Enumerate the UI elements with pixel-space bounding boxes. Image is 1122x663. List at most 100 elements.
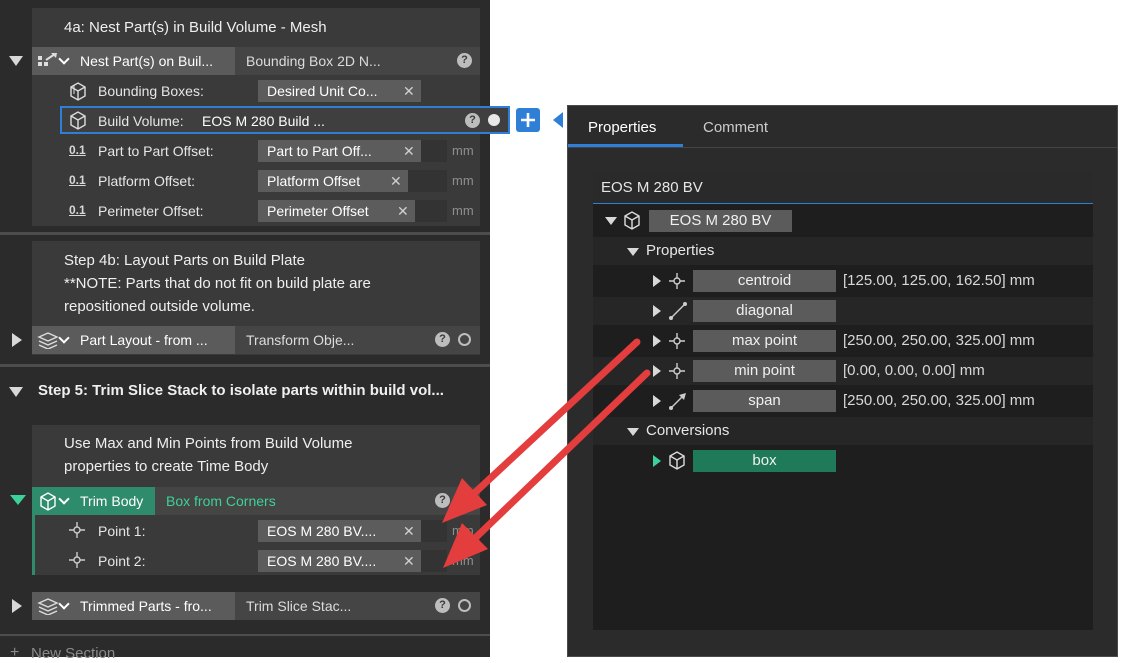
point-icon (69, 552, 85, 568)
unit-label: mm (452, 523, 474, 538)
trim-operation-type: Box from Corners (166, 493, 276, 509)
point-icon (69, 522, 85, 538)
expand-toggle[interactable] (653, 275, 661, 287)
trim-card-title-1: Use Max and Min Points from Build Volume (64, 435, 353, 452)
section-divider (0, 634, 490, 636)
param-value-part-offset[interactable]: Part to Part Off... (258, 140, 421, 162)
cube-stack-icon (70, 82, 86, 101)
number-icon: 0.1 (69, 173, 86, 187)
nest-operation-row[interactable]: Nest Part(s) on Buil... Bounding Box 2D … (32, 47, 480, 75)
param-value-bounding-boxes[interactable]: Desired Unit Co... (258, 80, 421, 102)
layout-card-title-1: Step 4b: Layout Parts on Build Plate (64, 252, 305, 269)
layers-icon (37, 598, 59, 615)
param-value-point-1[interactable]: EOS M 280 BV.... (258, 520, 421, 542)
tab-comment[interactable]: Comment (703, 106, 768, 146)
param-label-point-1: Point 1: (98, 523, 146, 539)
param-value-perimeter-offset[interactable]: Perimeter Offset (258, 200, 415, 222)
vector-icon (669, 302, 687, 320)
param-value-build-volume[interactable]: EOS M 280 Build ... (202, 111, 325, 131)
point-icon (669, 363, 685, 379)
status-circle-icon (458, 333, 471, 346)
property-value-span: [250.00, 250.00, 325.00] mm (843, 392, 1035, 409)
layers-icon (37, 332, 59, 349)
param-label-perimeter-offset: Perimeter Offset: (98, 203, 204, 219)
trim-expand-toggle[interactable] (10, 495, 26, 505)
chip-spacer (408, 170, 447, 192)
help-icon[interactable]: ? (435, 332, 450, 347)
remove-icon[interactable]: ✕ (403, 80, 415, 102)
chip-spacer (421, 520, 447, 542)
layout-expand-toggle[interactable] (12, 333, 22, 347)
expand-toggle[interactable] (653, 335, 661, 347)
plus-icon[interactable]: + (10, 644, 19, 662)
nest-expand-toggle[interactable] (9, 56, 23, 66)
status-circle-icon (458, 599, 471, 612)
expand-toggle[interactable] (653, 455, 661, 467)
layout-operation-row[interactable]: Part Layout - from ... Transform Obje...… (32, 326, 480, 354)
param-label-platform-offset: Platform Offset: (98, 173, 195, 189)
conversions-group-label: Conversions (646, 422, 730, 439)
property-value-min-point: [0.00, 0.00, 0.00] mm (843, 362, 985, 379)
tab-divider (568, 147, 1117, 148)
box-icon (669, 451, 685, 470)
property-chip-min-point[interactable]: min point (693, 360, 836, 382)
add-button[interactable] (516, 108, 540, 132)
plus-icon (521, 113, 535, 127)
trimmed-operation-type: Trim Slice Stac... (246, 598, 352, 614)
nest-card-title: 4a: Nest Part(s) in Build Volume - Mesh (64, 19, 327, 36)
remove-icon[interactable]: ✕ (397, 200, 409, 222)
layout-card-title-3: repositioned outside volume. (64, 298, 255, 315)
property-chip-max-point[interactable]: max point (693, 330, 836, 352)
help-icon[interactable]: ? (435, 493, 450, 508)
param-value-point-2[interactable]: EOS M 280 BV.... (258, 550, 421, 572)
conversion-chip-box[interactable]: box (693, 450, 836, 472)
new-section-button[interactable]: New Section (31, 645, 115, 663)
remove-icon[interactable]: ✕ (403, 550, 415, 572)
trimmed-operation-row[interactable]: Trimmed Parts - fro... Trim Slice Stac..… (32, 592, 480, 620)
root-object-chip[interactable]: EOS M 280 BV (649, 210, 792, 232)
trim-operation-row[interactable]: Trim Body Box from Corners ? (32, 487, 480, 515)
property-chip-centroid[interactable]: centroid (693, 270, 836, 292)
param-label-part-offset: Part to Part Offset: (98, 143, 214, 159)
root-expand-toggle[interactable] (605, 217, 617, 225)
unit-label: mm (452, 553, 474, 568)
expand-toggle[interactable] (653, 305, 661, 317)
layout-card-title-2: **NOTE: Parts that do not fit on build p… (64, 275, 371, 292)
remove-icon[interactable]: ✕ (390, 170, 402, 192)
property-chip-diagonal[interactable]: diagonal (693, 300, 836, 322)
trimmed-expand-toggle[interactable] (12, 599, 22, 613)
properties-expand-toggle[interactable] (627, 248, 639, 256)
point-icon (669, 273, 685, 289)
chip-spacer (421, 550, 447, 572)
section-divider (0, 232, 490, 235)
connector-pointer-icon (553, 112, 563, 128)
help-icon[interactable]: ? (465, 113, 480, 128)
property-value-max-point: [250.00, 250.00, 325.00] mm (843, 332, 1035, 349)
properties-group-label: Properties (646, 242, 715, 259)
tree-header: EOS M 280 BV (601, 179, 703, 196)
number-icon: 0.1 (69, 203, 86, 217)
step5-expand-toggle[interactable] (9, 387, 23, 397)
tab-properties[interactable]: Properties (588, 106, 656, 146)
unit-label: mm (452, 203, 474, 218)
unit-label: mm (452, 143, 474, 158)
param-value-platform-offset[interactable]: Platform Offset (258, 170, 408, 192)
cube-icon (70, 111, 86, 130)
help-icon[interactable]: ? (457, 53, 472, 68)
chip-spacer (421, 140, 447, 162)
point-icon (669, 333, 685, 349)
help-icon[interactable]: ? (435, 598, 450, 613)
remove-icon[interactable]: ✕ (403, 140, 415, 162)
chip-spacer (415, 200, 447, 222)
nest-operation-icon (38, 53, 57, 66)
expand-toggle[interactable] (653, 395, 661, 407)
status-dot-icon (488, 114, 500, 126)
trim-card-title-2: properties to create Time Body (64, 458, 269, 475)
layout-operation-type: Transform Obje... (246, 332, 355, 348)
conversions-expand-toggle[interactable] (627, 428, 639, 436)
expand-toggle[interactable] (653, 365, 661, 377)
cube-icon (40, 492, 56, 511)
property-chip-span[interactable]: span (693, 390, 836, 412)
remove-icon[interactable]: ✕ (403, 520, 415, 542)
cube-icon (624, 211, 640, 230)
